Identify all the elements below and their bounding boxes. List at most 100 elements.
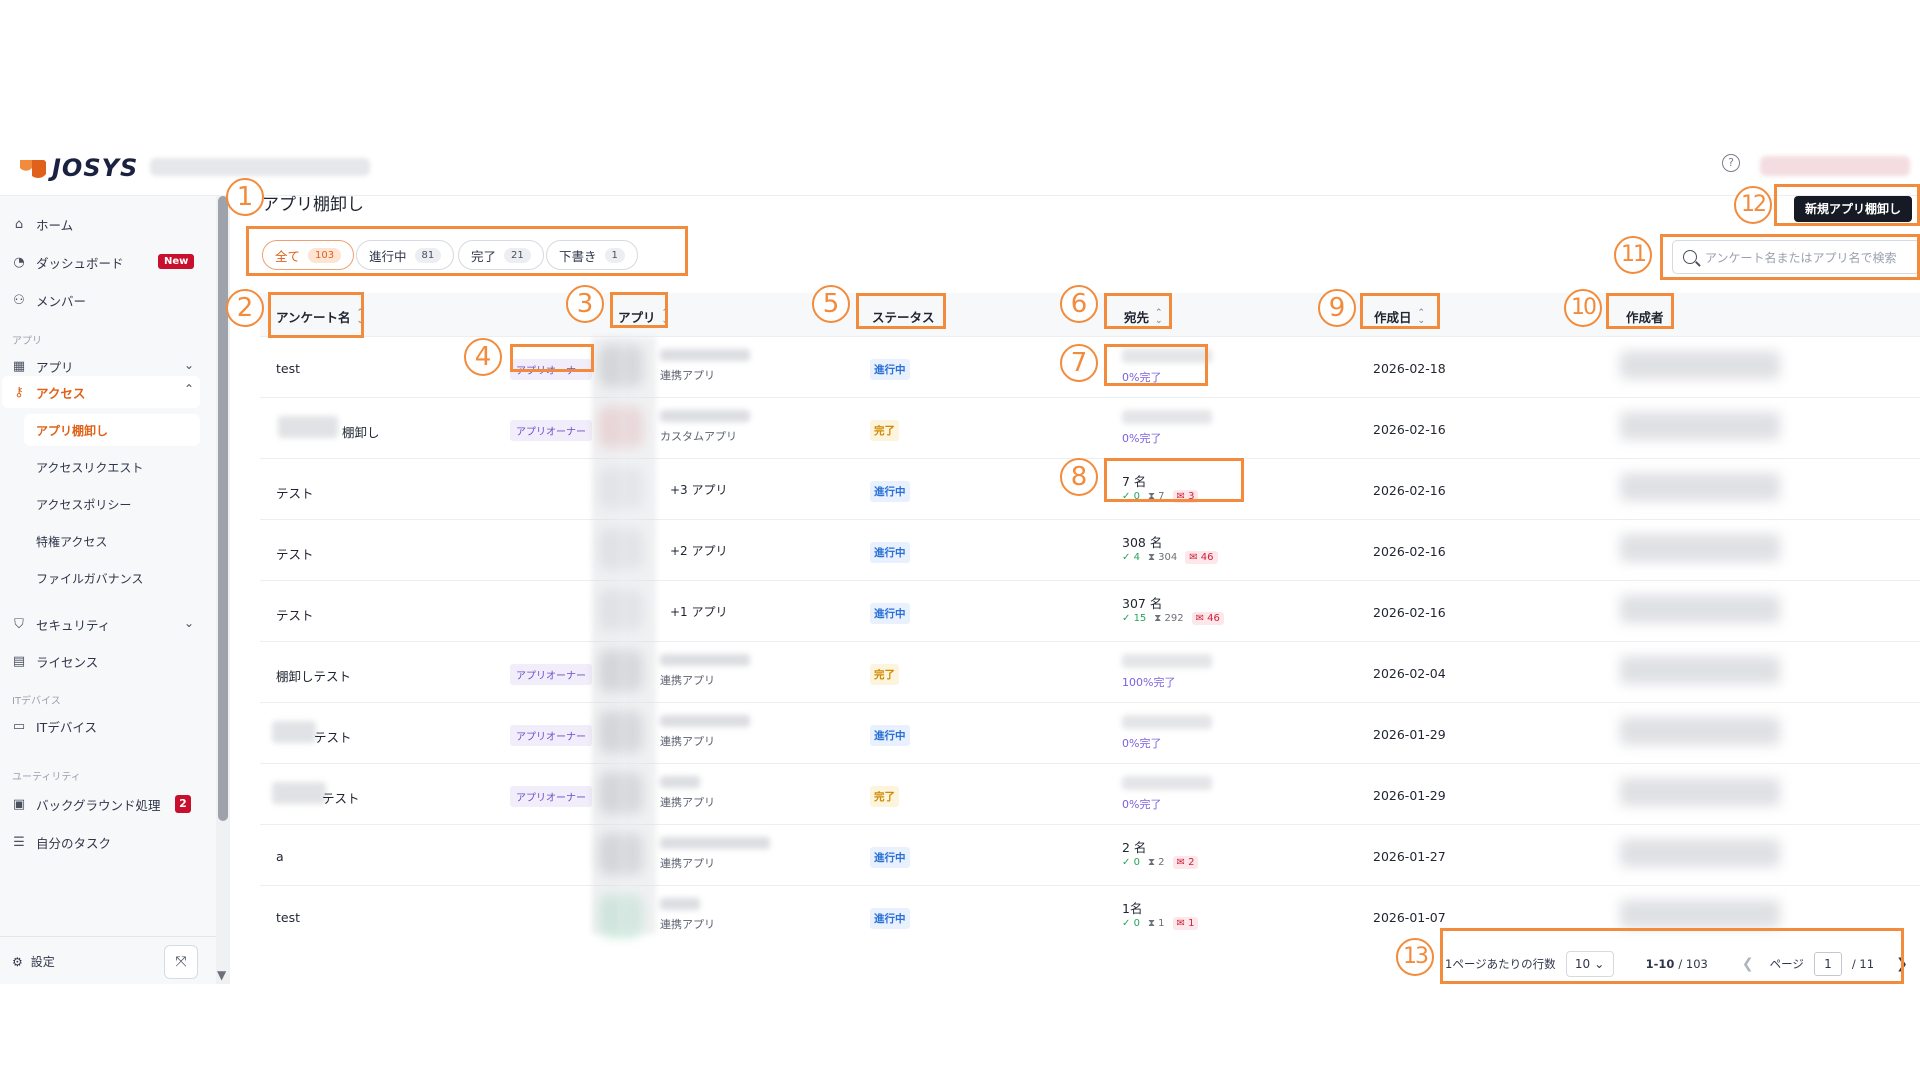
sidebar-item-license[interactable]: ▤ ライセンス	[12, 649, 98, 673]
dest-redacted	[1122, 654, 1212, 668]
chevron-down-icon[interactable]: ⌄	[184, 616, 194, 630]
table-row[interactable]: テスト +2 アプリ 進行中 308 名 ✓ 4 ⧗ 304 ✉ 46 2026…	[260, 520, 1920, 581]
sidebar-item-home[interactable]: ⌂ ホーム	[12, 212, 73, 236]
josys-logo-icon	[18, 156, 46, 180]
created-date: 2026-02-18	[1373, 361, 1446, 376]
recipient-count: 2 名	[1122, 840, 1147, 855]
user-menu-redacted[interactable]	[1760, 156, 1910, 176]
pending-count: 1	[1158, 918, 1165, 929]
sidebar-sub-file-governance[interactable]: ファイルガバナンス	[36, 570, 143, 587]
created-date: 2026-01-29	[1373, 788, 1446, 803]
app-type: 連携アプリ	[660, 857, 715, 870]
answered-count: 4	[1133, 552, 1140, 563]
settings-button[interactable]: ⚙ 設定	[12, 953, 55, 970]
table-row[interactable]: テスト アプリオーナー 連携アプリ 完了 0%完了 2026-01-29	[260, 764, 1920, 825]
created-date: 2026-02-16	[1373, 544, 1446, 559]
members-icon: ⚇	[13, 292, 25, 308]
annotation-1: 1	[226, 178, 264, 216]
sidebar-sub-app-inventory[interactable]: アプリ棚卸し	[36, 422, 108, 439]
sidebar-item-access[interactable]: ⚷ アクセス	[12, 380, 85, 404]
sidebar-item-apps[interactable]: ▦ アプリ	[12, 354, 74, 378]
completion-percent: 0%完了	[1122, 737, 1162, 750]
sidebar-item-label: ITデバイス	[36, 719, 97, 735]
annotation-6: 6	[1060, 285, 1098, 323]
creator-redacted	[1620, 595, 1780, 623]
survey-name[interactable]: test	[276, 910, 300, 925]
highlight-col-destination	[1104, 293, 1172, 329]
unpin-sidebar-button[interactable]: ⤧	[164, 945, 198, 979]
sidebar-footer: ⚙ 設定 ⤧	[0, 936, 216, 984]
survey-name[interactable]: a	[276, 849, 284, 864]
apps-grid-icon: ▦	[12, 358, 26, 374]
creator-redacted	[1620, 900, 1780, 928]
survey-name[interactable]: テスト	[276, 483, 314, 502]
creator-redacted	[1620, 351, 1780, 379]
unsent-count: 1	[1188, 918, 1195, 929]
sidebar-sub-access-policy[interactable]: アクセスポリシー	[36, 496, 131, 513]
sidebar-item-members[interactable]: ⚇ メンバー	[12, 288, 86, 312]
table-row[interactable]: 棚卸しテスト アプリオーナー 連携アプリ 完了 100%完了 2026-02-0…	[260, 642, 1920, 703]
top-header: JOSYS ?	[0, 148, 1920, 196]
annotation-11: 11	[1614, 236, 1652, 274]
creator-redacted	[1620, 778, 1780, 806]
app-name-redacted	[660, 715, 750, 727]
highlight-search	[1660, 234, 1920, 280]
name-prefix-redacted	[272, 782, 326, 804]
scroll-thumb[interactable]	[218, 196, 228, 821]
pending-count: 304	[1158, 552, 1178, 563]
status-badge: 進行中	[870, 725, 910, 746]
sidebar-sub-privileged-access[interactable]: 特権アクセス	[36, 533, 107, 550]
background-count-badge: 2	[175, 795, 191, 813]
sidebar-item-background[interactable]: ▣ バックグラウンド処理	[12, 792, 161, 816]
extra-apps-count[interactable]: +3 アプリ	[670, 481, 728, 498]
survey-name[interactable]: 棚卸し	[342, 422, 380, 441]
survey-name[interactable]: テスト	[276, 544, 314, 563]
pending-count: 292	[1164, 613, 1184, 624]
sidebar-item-devices[interactable]: ▭ ITデバイス	[12, 714, 97, 738]
chevron-up-icon[interactable]: ⌃	[184, 382, 194, 396]
shield-icon: ⛉	[14, 616, 24, 632]
extra-apps-count[interactable]: +2 アプリ	[670, 542, 728, 559]
status-badge: 進行中	[870, 359, 910, 380]
sidebar-item-dashboard[interactable]: ◔ ダッシュボード	[12, 250, 124, 274]
logo-text: JOSYS	[52, 154, 139, 182]
status-badge: 進行中	[870, 603, 910, 624]
answered-stat: ✓ 4	[1122, 552, 1140, 563]
josys-logo[interactable]: JOSYS	[18, 154, 138, 182]
sidebar-item-tasks[interactable]: ☰ 自分のタスク	[12, 830, 111, 854]
help-icon[interactable]: ?	[1722, 154, 1740, 172]
creator-redacted	[1620, 656, 1780, 684]
unsent-stat: ✉ 1	[1172, 917, 1199, 930]
survey-name[interactable]: テスト	[322, 788, 360, 807]
app-type: 連携アプリ	[660, 918, 715, 931]
survey-name[interactable]: 棚卸しテスト	[276, 666, 351, 685]
table-row[interactable]: テスト アプリオーナー 連携アプリ 進行中 0%完了 2026-01-29	[260, 703, 1920, 764]
annotation-9: 9	[1318, 289, 1356, 327]
pending-count: 2	[1158, 857, 1165, 868]
table-row[interactable]: a 連携アプリ 進行中 2 名 ✓ 0 ⧗ 2 ✉ 2 2026-01-27	[260, 825, 1920, 886]
unsent-stat: ✉ 46	[1191, 612, 1224, 625]
sidebar-item-label: ダッシュボード	[36, 255, 124, 271]
survey-name[interactable]: test	[276, 361, 300, 376]
app-type: 連携アプリ	[660, 674, 715, 687]
owner-tag: アプリオーナー	[510, 420, 592, 441]
created-date: 2026-02-04	[1373, 666, 1446, 681]
table-row[interactable]: 棚卸し アプリオーナー カスタムアプリ 完了 0%完了 2026-02-16	[260, 398, 1920, 459]
chevron-down-icon[interactable]: ⌄	[184, 358, 194, 372]
app-name-redacted	[660, 898, 700, 910]
extra-apps-count[interactable]: +1 アプリ	[670, 603, 728, 620]
table-row[interactable]: テスト +1 アプリ 進行中 307 名 ✓ 15 ⧗ 292 ✉ 46 202…	[260, 581, 1920, 642]
dashboard-icon: ◔	[13, 254, 25, 270]
survey-name[interactable]: テスト	[314, 727, 352, 746]
sidebar-sub-access-request[interactable]: アクセスリクエスト	[36, 459, 143, 476]
scroll-down-arrow-icon[interactable]: ▼	[217, 968, 226, 982]
sidebar-item-label: メンバー	[36, 293, 87, 309]
sidebar-item-security[interactable]: ⛉ セキュリティ	[12, 612, 110, 636]
highlight-new-button	[1774, 184, 1920, 226]
status-badge: 進行中	[870, 847, 910, 868]
highlight-col-creator	[1606, 293, 1674, 329]
pending-stat: ⧗ 304	[1147, 552, 1178, 563]
created-date: 2026-01-07	[1373, 910, 1446, 925]
recipient-stats: ✓ 0 ⧗ 1 ✉ 1	[1122, 917, 1199, 930]
survey-name[interactable]: テスト	[276, 605, 314, 624]
